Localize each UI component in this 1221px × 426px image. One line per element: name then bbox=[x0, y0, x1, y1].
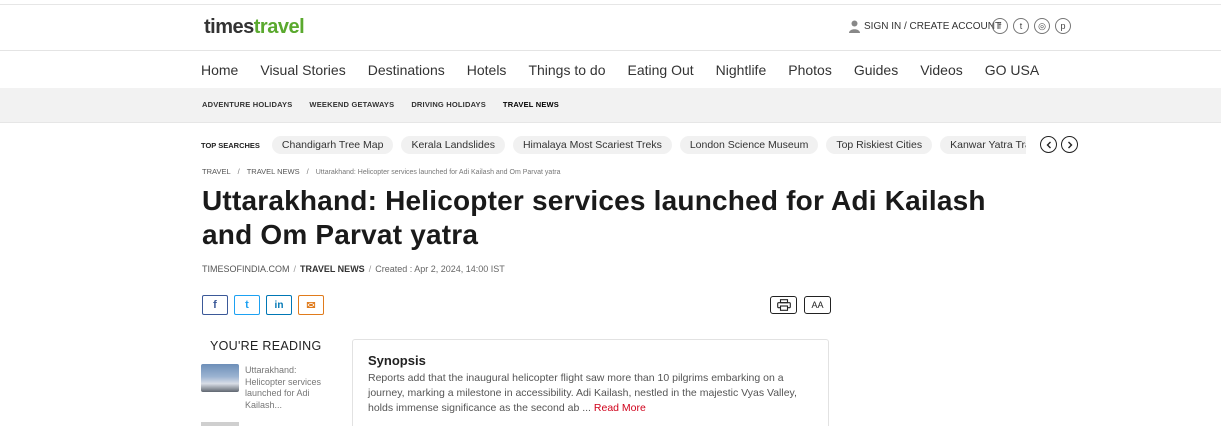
facebook-icon[interactable]: f bbox=[992, 18, 1008, 34]
printer-icon bbox=[776, 299, 791, 311]
search-chip[interactable]: Himalaya Most Scariest Treks bbox=[512, 136, 672, 154]
instagram-icon[interactable]: ◎ bbox=[1034, 18, 1050, 34]
synopsis-box: Synopsis Reports add that the inaugural … bbox=[352, 339, 829, 426]
youre-reading-label: YOU'RE READING bbox=[210, 339, 322, 353]
breadcrumb-travel-news[interactable]: TRAVEL NEWS bbox=[247, 167, 300, 176]
share-facebook-button[interactable]: f bbox=[202, 295, 228, 315]
twitter-icon: t bbox=[245, 299, 249, 311]
nav-hotels[interactable]: Hotels bbox=[467, 62, 507, 78]
synopsis-text: Reports add that the inaugural helicopte… bbox=[368, 371, 818, 416]
user-icon bbox=[849, 20, 860, 33]
share-linkedin-button[interactable]: in bbox=[266, 295, 292, 315]
subnav-driving-holidays[interactable]: DRIVING HOLIDAYS bbox=[411, 100, 486, 109]
twitter-icon[interactable]: t bbox=[1013, 18, 1029, 34]
search-chip[interactable]: Kanwar Yatra Traffic Advisory bbox=[940, 136, 1026, 154]
nav-go-usa[interactable]: GO USA bbox=[985, 62, 1039, 78]
subnav-adventure-holidays[interactable]: ADVENTURE HOLIDAYS bbox=[202, 100, 292, 109]
nav-destinations[interactable]: Destinations bbox=[368, 62, 445, 78]
synopsis-title: Synopsis bbox=[368, 353, 426, 368]
logo-part-travel: travel bbox=[253, 16, 305, 38]
article-created: Created : Apr 2, 2024, 14:00 IST bbox=[375, 264, 505, 274]
subnav-travel-news[interactable]: TRAVEL NEWS bbox=[503, 100, 559, 109]
email-icon: ✉ bbox=[306, 299, 316, 312]
nav-things-to-do[interactable]: Things to do bbox=[528, 62, 605, 78]
site-header: timestravel SIGN IN / CREATE ACCOUNT f t… bbox=[0, 5, 1221, 51]
scroll-right-button[interactable] bbox=[1061, 136, 1078, 153]
reading-item-title: Uttarakhand: Helicopter services launche… bbox=[245, 365, 322, 410]
site-logo[interactable]: timestravel bbox=[204, 16, 305, 39]
chip-scroll-controls bbox=[1040, 136, 1078, 153]
next-thumbnail[interactable] bbox=[201, 422, 239, 426]
article-meta: TIMESOFINDIA.COM / TRAVEL NEWS / Created : A… bbox=[202, 264, 505, 274]
article-title: Uttarakhand: Helicopter services launche… bbox=[202, 185, 986, 250]
font-size-icon: AA bbox=[811, 300, 824, 310]
nav-guides[interactable]: Guides bbox=[854, 62, 898, 78]
nav-photos[interactable]: Photos bbox=[788, 62, 832, 78]
signin-label: SIGN IN / CREATE ACCOUNT bbox=[864, 21, 1002, 32]
synopsis-ellipsis: ... bbox=[579, 402, 591, 414]
main-nav: Home Visual Stories Destinations Hotels … bbox=[201, 62, 1039, 78]
print-button[interactable] bbox=[770, 296, 797, 314]
top-searches-chips: Chandigarh Tree Map Kerala Landslides Hi… bbox=[271, 136, 1026, 154]
article-thumbnail bbox=[201, 364, 239, 392]
share-email-button[interactable]: ✉ bbox=[298, 295, 324, 315]
logo-part-times: times bbox=[204, 16, 254, 38]
nav-nightlife[interactable]: Nightlife bbox=[716, 62, 767, 78]
nav-visual-stories[interactable]: Visual Stories bbox=[260, 62, 345, 78]
search-chip[interactable]: Chandigarh Tree Map bbox=[271, 136, 394, 154]
breadcrumb-travel[interactable]: TRAVEL bbox=[202, 167, 231, 176]
read-more-link[interactable]: Read More bbox=[594, 402, 646, 414]
article-category[interactable]: TRAVEL NEWS bbox=[300, 264, 365, 274]
search-chip[interactable]: Kerala Landslides bbox=[401, 136, 505, 154]
font-size-button[interactable]: AA bbox=[804, 296, 831, 314]
top-searches-label: TOP SEARCHES bbox=[201, 140, 260, 150]
breadcrumb: TRAVEL / TRAVEL NEWS / Uttarakhand: Helicopt… bbox=[202, 167, 561, 176]
article-source[interactable]: TIMESOFINDIA.COM bbox=[202, 264, 290, 274]
nav-home[interactable]: Home bbox=[201, 62, 238, 78]
facebook-icon: f bbox=[213, 299, 217, 311]
scroll-left-button[interactable] bbox=[1040, 136, 1057, 153]
nav-videos[interactable]: Videos bbox=[920, 62, 963, 78]
search-chip[interactable]: Top Riskiest Cities bbox=[826, 136, 933, 154]
breadcrumb-current: Uttarakhand: Helicopter services launche… bbox=[315, 169, 561, 176]
article-tools: AA bbox=[770, 296, 831, 314]
pinterest-icon[interactable]: p bbox=[1055, 18, 1071, 34]
search-chip[interactable]: London Science Museum bbox=[679, 136, 819, 154]
linkedin-icon: in bbox=[274, 299, 284, 311]
social-links: f t ◎ p bbox=[992, 18, 1071, 34]
signin-link[interactable]: SIGN IN / CREATE ACCOUNT bbox=[849, 20, 1001, 33]
chevron-left-icon bbox=[1046, 141, 1051, 148]
sub-nav: ADVENTURE HOLIDAYS WEEKEND GETAWAYS DRIV… bbox=[0, 88, 1221, 123]
share-buttons: f t in ✉ bbox=[202, 295, 324, 315]
subnav-weekend-getaways[interactable]: WEEKEND GETAWAYS bbox=[309, 100, 394, 109]
top-searches-bar: TOP SEARCHES Chandigarh Tree Map Kerala … bbox=[201, 136, 1081, 154]
share-twitter-button[interactable]: t bbox=[234, 295, 260, 315]
chevron-right-icon bbox=[1067, 141, 1072, 148]
nav-eating-out[interactable]: Eating Out bbox=[628, 62, 694, 78]
